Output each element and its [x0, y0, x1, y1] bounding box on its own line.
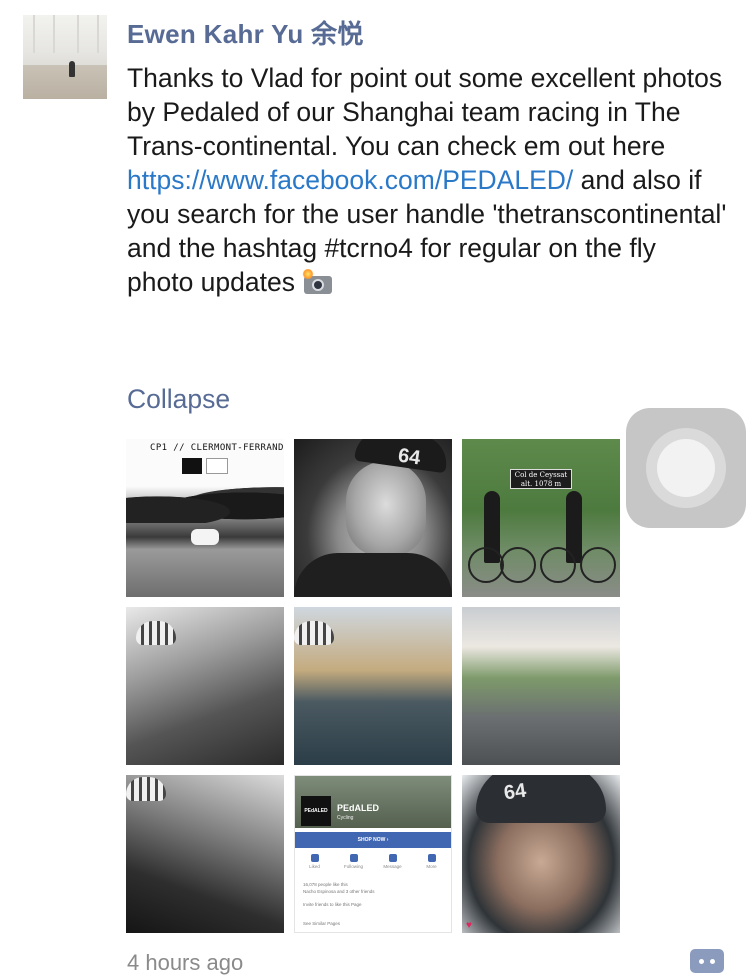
photo-thumbnail[interactable]: PEdALED PEdALED Cycling SHOP NOW › Liked…: [294, 775, 452, 933]
fb-action-label: Message: [383, 864, 402, 869]
author-name[interactable]: Ewen Kahr Yu 余悦: [127, 14, 364, 51]
post-text: Thanks to Vlad for point out some excell…: [127, 61, 727, 299]
pedaled-logo: [182, 458, 202, 474]
photo-thumbnail[interactable]: [294, 607, 452, 765]
fb-action: Message: [376, 854, 410, 876]
photo-col-sign: Col de Ceyssat alt. 1078 m: [510, 469, 572, 489]
fb-page-info: See Similar Pages: [303, 921, 341, 926]
fb-action: Liked: [298, 854, 332, 876]
avatar-detail: [33, 15, 35, 53]
photo-helmet: [476, 775, 606, 823]
more-icon: [427, 854, 436, 862]
photo-bike-wheel: [500, 547, 536, 583]
fb-page-category: Cycling: [337, 815, 354, 821]
comment-icon[interactable]: [690, 949, 724, 973]
photo-rider-face: [346, 461, 426, 557]
photo-race-number: 64: [502, 779, 528, 805]
camera-flash: [302, 269, 315, 279]
post-link[interactable]: https://www.facebook.com/PEDALED/: [127, 165, 573, 195]
photo-thumbnail[interactable]: [462, 607, 620, 765]
fb-action-label: More: [426, 864, 437, 869]
photo-thumbnail[interactable]: CP1 // CLERMONT-FERRAND: [126, 439, 284, 597]
assistive-touch-core: [657, 439, 715, 497]
fb-action-row: Liked Following Message More: [295, 854, 451, 876]
photo-bike-wheel: [540, 547, 576, 583]
photo-helmet: [136, 621, 176, 645]
photo-thumbnail[interactable]: 64 ♥: [462, 775, 620, 933]
collapse-link[interactable]: Collapse: [127, 384, 230, 415]
message-icon: [388, 854, 397, 862]
fb-shop-button: SHOP NOW ›: [295, 832, 451, 848]
comment-dot: [699, 959, 704, 964]
avatar-detail: [69, 61, 75, 77]
fb-page-info: Invite friends to like this Page: [303, 902, 362, 907]
post-timestamp: 4 hours ago: [127, 950, 244, 975]
photo-thumbnail[interactable]: Col de Ceyssat alt. 1078 m: [462, 439, 620, 597]
race-logo: [206, 458, 228, 474]
fb-action-label: Liked: [309, 864, 320, 869]
photo-race-number: 64: [396, 444, 422, 470]
follow-icon: [349, 854, 358, 862]
post-text-part: Thanks to Vlad for point out some excell…: [127, 63, 723, 161]
photo-cow: [191, 529, 219, 545]
photo-caption: CP1 // CLERMONT-FERRAND: [150, 443, 284, 453]
fb-page-name: PEdALED: [337, 803, 380, 813]
sign-line: Col de Ceyssat: [514, 471, 568, 479]
fb-action: More: [415, 854, 449, 876]
photo-bike-wheel: [580, 547, 616, 583]
assistive-touch-button[interactable]: [626, 408, 746, 528]
avatar-detail: [77, 15, 79, 53]
photo-jersey: [294, 553, 452, 597]
photo-thumbnail[interactable]: [126, 607, 284, 765]
fb-page-info: 16,078 people like this: [303, 882, 348, 887]
sign-line: alt. 1078 m: [520, 480, 562, 488]
like-icon: [310, 854, 319, 862]
photo-thumbnail[interactable]: 64: [294, 439, 452, 597]
avatar-detail: [97, 15, 99, 53]
fb-page-logo: PEdALED: [301, 796, 331, 826]
avatar-detail: [23, 65, 107, 99]
photo-helmet: [294, 621, 334, 645]
fb-action: Following: [337, 854, 371, 876]
photo-helmet: [126, 777, 166, 801]
fb-page-info: Nacho Espinosa and 3 other friends: [303, 889, 375, 894]
author-avatar[interactable]: [23, 15, 107, 99]
comment-dot: [710, 959, 715, 964]
avatar-detail: [53, 15, 55, 53]
photo-bike-wheel: [468, 547, 504, 583]
camera-flash-icon: [302, 269, 334, 295]
fb-action-label: Following: [343, 864, 363, 869]
photo-trees: [126, 485, 284, 523]
photo-thumbnail[interactable]: [126, 775, 284, 933]
heart-icon: ♥: [466, 920, 472, 931]
